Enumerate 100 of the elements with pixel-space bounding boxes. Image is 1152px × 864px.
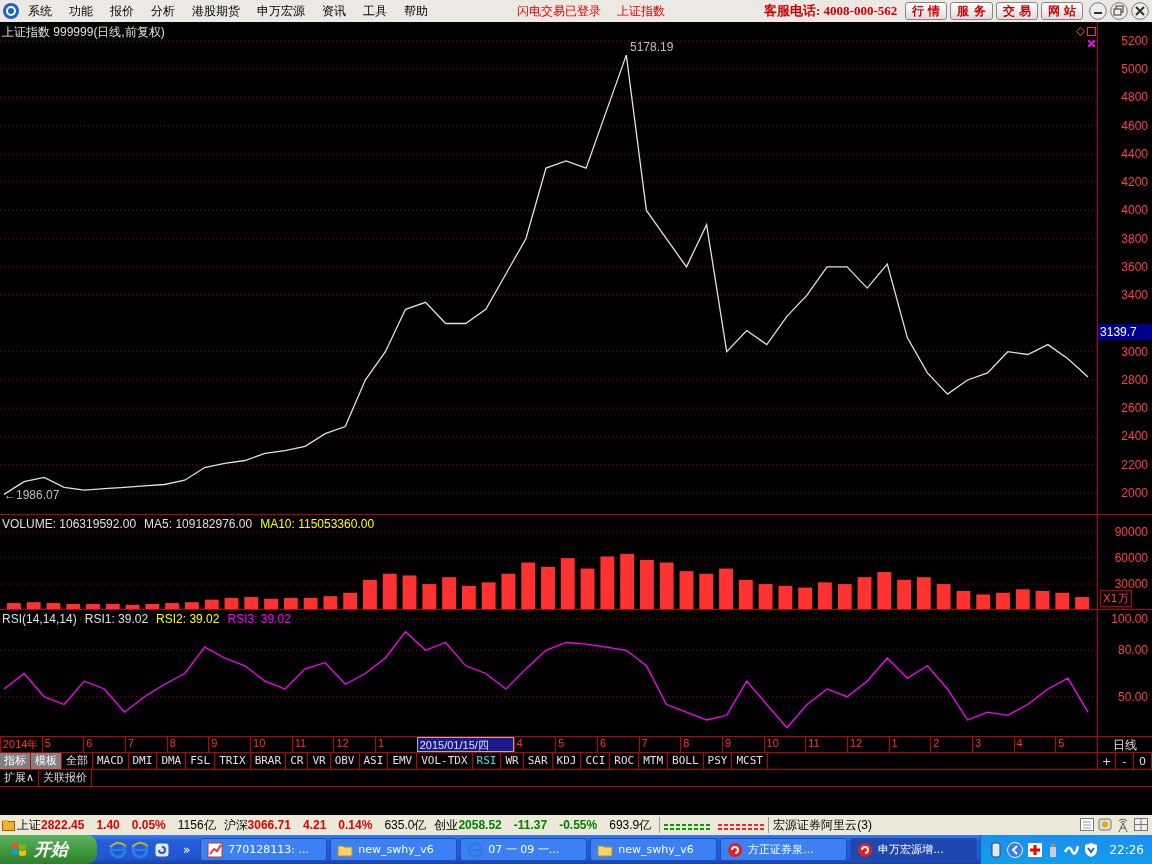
menu-item[interactable]: 申万宏源: [257, 2, 305, 20]
date-label: 1: [888, 737, 931, 752]
browser-icon[interactable]: [109, 840, 127, 859]
volume-bar: [798, 587, 813, 609]
volume-bar: [818, 582, 832, 609]
date-label: 6: [596, 737, 639, 752]
date-label: 1: [375, 737, 417, 752]
date-label: 5: [41, 737, 84, 752]
indicator-readout: RSI2: 39.02: [156, 612, 222, 626]
more-chevron[interactable]: »: [183, 842, 191, 857]
volume-bar: [125, 604, 140, 609]
date-label: 12: [846, 737, 889, 752]
volume-bar: [541, 566, 555, 609]
axis-label: 4600: [1121, 118, 1148, 133]
index-amount: 1156亿: [177, 816, 216, 834]
indicator-tab[interactable]: 模板: [31, 753, 62, 769]
date-label: 5: [555, 737, 597, 752]
index-change: -11.37: [513, 818, 548, 832]
volume-bar: [897, 579, 911, 609]
volume-bar: [956, 591, 971, 609]
high-price-label: 5178.19: [630, 40, 674, 54]
indicator-tab[interactable]: 指标: [0, 753, 31, 769]
volume-bar: [323, 596, 338, 609]
axis-label: 100.00: [1111, 612, 1148, 627]
taskbar-task[interactable]: 方正证券泉...: [720, 838, 848, 861]
volume-bar: [857, 577, 872, 609]
axis-label: 4000: [1121, 203, 1148, 218]
volume-bar: [382, 573, 397, 609]
axis-label: 2400: [1121, 429, 1148, 444]
taskbar-task[interactable]: new_swhy_v6: [590, 838, 718, 861]
taskbar-task[interactable]: 申万宏源增...: [850, 838, 978, 861]
axis-label: 50.00: [1117, 689, 1148, 704]
date-label: 10: [763, 737, 806, 752]
volume-bar: [1075, 597, 1090, 609]
date-label: 2: [930, 737, 972, 752]
index-percent: -0.55%: [559, 818, 598, 832]
shield-icon: [1083, 841, 1100, 858]
volume-bar: [620, 553, 635, 609]
nav-button[interactable]: 行 情: [905, 2, 948, 20]
axis-label: 2600: [1121, 401, 1148, 416]
axis-label: 30000: [1114, 577, 1148, 592]
volume-bar: [442, 577, 456, 609]
date-label: 8: [680, 737, 722, 752]
menu-item[interactable]: 资讯: [322, 2, 346, 20]
menu-item[interactable]: 分析: [151, 2, 175, 20]
volume-bar: [86, 603, 100, 609]
axis-label: 5200: [1121, 33, 1148, 48]
nav-button[interactable]: 交 易: [995, 2, 1038, 20]
volume-bar: [936, 584, 951, 609]
nav-button[interactable]: 网 站: [1040, 2, 1083, 20]
folder-icon: [2, 819, 15, 831]
indicator-readout: RSI3: 39.02: [227, 612, 293, 626]
axis-label: 5000: [1121, 62, 1148, 77]
menu-item[interactable]: 报价: [110, 2, 134, 20]
nav-button[interactable]: 服 务: [950, 2, 993, 20]
taskbar-task[interactable]: 770128113: ...: [200, 838, 328, 861]
axis-label: 3800: [1121, 231, 1148, 246]
refresh-icon[interactable]: [153, 840, 171, 859]
axis-label: 90000: [1114, 525, 1148, 540]
date-label: 7: [125, 737, 167, 752]
axis-label: 2000: [1121, 485, 1148, 500]
volume-bar: [105, 603, 120, 609]
volume-bar: [778, 585, 793, 609]
menu-item[interactable]: 港股期货: [192, 2, 240, 20]
volume-bar: [26, 602, 41, 609]
menu-item[interactable]: 功能: [69, 2, 93, 20]
hotline-text: 客服电话: 4008-000-562: [764, 2, 898, 20]
menu-item[interactable]: 帮助: [404, 2, 428, 20]
menu-item[interactable]: 工具: [363, 2, 387, 20]
index-percent: 0.14%: [338, 818, 373, 832]
grid-icon: [1134, 818, 1148, 831]
minimize-button[interactable]: [1089, 2, 1107, 20]
axis-label: 4800: [1121, 90, 1148, 105]
taskbar-task[interactable]: new_swhy_v6: [330, 838, 458, 861]
diamond-icon: [1076, 27, 1086, 36]
browser-icon[interactable]: [131, 840, 149, 859]
menu-item[interactable]: 系统: [28, 2, 52, 20]
volume-bar: [501, 573, 516, 609]
app-logo-icon: [2, 2, 20, 20]
volume-bar: [719, 568, 733, 609]
volume-bar: [1035, 591, 1050, 609]
volume-bar: [659, 562, 674, 609]
volume-bar: [303, 597, 318, 609]
index-change: 1.40: [96, 818, 120, 832]
taskbar-task[interactable]: 07 一 09 一...: [460, 838, 588, 861]
volume-bar: [461, 585, 476, 609]
axis-label: 80.00: [1117, 643, 1148, 658]
volume-bar: [66, 603, 81, 609]
volume-bar: [145, 603, 160, 609]
volume-bar: [521, 562, 536, 609]
close-button[interactable]: [1131, 2, 1149, 20]
volume-bar: [185, 602, 199, 609]
date-label: 12: [333, 737, 376, 752]
index-name: 创业: [434, 816, 459, 834]
volume-bar: [46, 603, 61, 609]
axis-label: 3000: [1121, 344, 1148, 359]
volume-bar: [343, 592, 358, 609]
square-icon: [1087, 27, 1097, 36]
date-label: 8: [166, 737, 209, 752]
restore-button[interactable]: [1110, 2, 1128, 20]
